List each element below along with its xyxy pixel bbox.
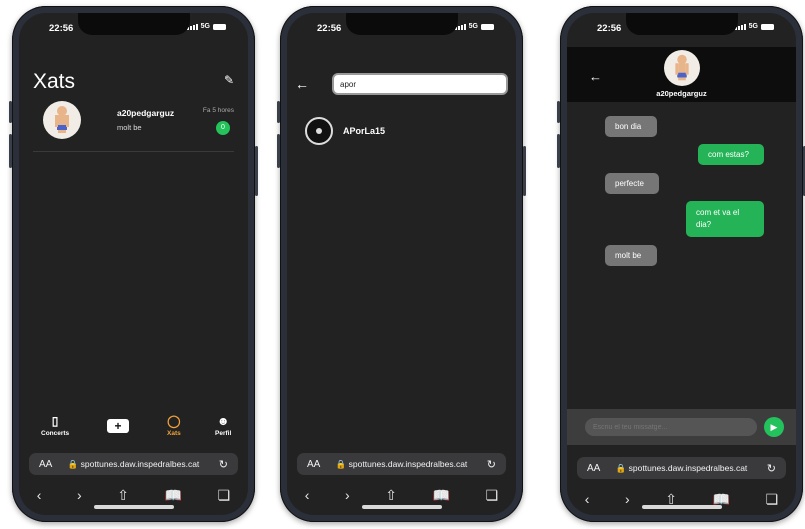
url-text: spottunes.daw.inspedralbes.cat — [80, 458, 200, 469]
page-title: Xats — [33, 70, 76, 93]
chat-timestamp: Fa 5 hores — [202, 107, 234, 114]
conversation-header: ← a20pedgarguz — [567, 47, 796, 102]
browser-toolbar: ‹ › ⇧ 📖 ❏ — [567, 484, 796, 514]
battery-icon — [761, 23, 774, 30]
network-type: 5G — [468, 23, 478, 30]
search-input[interactable] — [332, 73, 508, 95]
message-sent: com et va el dia? — [686, 201, 764, 237]
chat-contact-name: a20pedgarguz — [117, 108, 175, 118]
battery-icon — [481, 23, 494, 30]
share-icon[interactable]: ⇧ — [117, 487, 129, 504]
search-result-item[interactable]: APorLa15 — [305, 117, 385, 145]
screen: 22:56 5G ← APorLa15 AA 🔒 spottunes.daw.i… — [287, 13, 516, 515]
tab-label: Concerts — [41, 430, 70, 437]
battery-icon — [213, 23, 226, 30]
plus-icon: + — [107, 419, 129, 433]
message-sent: com estas? — [698, 144, 764, 165]
tab-chats[interactable]: ◯ Xats — [167, 414, 181, 438]
contact-name: a20pedgarguz — [656, 89, 707, 98]
phone-search: 22:56 5G ← APorLa15 AA 🔒 spottunes.daw.i… — [277, 6, 526, 522]
user-icon: ☻ — [216, 414, 230, 428]
address-bar[interactable]: AA 🔒 spottunes.daw.inspedralbes.cat ↻ — [297, 453, 506, 475]
tab-label: Xats — [167, 430, 181, 437]
bookmarks-icon[interactable]: 📖 — [433, 487, 450, 504]
home-indicator — [361, 505, 442, 509]
avatar — [43, 101, 81, 139]
notch — [625, 13, 738, 35]
forward-icon[interactable]: › — [625, 491, 630, 507]
home-indicator — [641, 505, 722, 509]
url-text: spottunes.daw.inspedralbes.cat — [628, 462, 748, 473]
network-type: 5G — [200, 23, 210, 30]
forward-icon[interactable]: › — [345, 487, 350, 503]
send-icon[interactable]: ▶ — [764, 417, 784, 437]
unread-badge: 0 — [216, 121, 230, 135]
message-received: bon dia — [605, 116, 657, 137]
share-icon[interactable]: ⇧ — [385, 487, 397, 504]
home-indicator — [93, 505, 174, 509]
tabs-icon[interactable]: ❏ — [766, 491, 779, 508]
result-name: APorLa15 — [343, 126, 386, 136]
address-bar[interactable]: AA 🔒 spottunes.daw.inspedralbes.cat ↻ — [29, 453, 238, 475]
add-button[interactable]: + — [107, 419, 129, 433]
tabs-icon[interactable]: ❏ — [486, 487, 499, 504]
screen: 22:56 5G ← a20pedgarguz bon dia com esta… — [567, 13, 796, 515]
message-composer: ▶ — [567, 409, 796, 445]
back-arrow-icon[interactable]: ← — [589, 69, 602, 84]
chat-bubble-icon: ◯ — [167, 414, 181, 428]
reload-icon[interactable]: ↻ — [767, 462, 776, 475]
screen: 22:56 5G Xats ✎ a20pedgarguz molt be Fa … — [19, 13, 248, 515]
status-time: 22:56 — [317, 23, 342, 34]
chat-last-message: molt be — [117, 123, 142, 132]
phone-chats-list: 22:56 5G Xats ✎ a20pedgarguz molt be Fa … — [9, 6, 258, 522]
avatar[interactable] — [663, 50, 700, 86]
notch — [77, 13, 190, 35]
reload-icon[interactable]: ↻ — [487, 458, 496, 471]
ticket-icon: ▯ — [51, 414, 59, 428]
network-type: 5G — [748, 23, 758, 30]
back-icon[interactable]: ‹ — [585, 491, 590, 507]
tabs-icon[interactable]: ❏ — [218, 487, 231, 504]
message-received: molt be — [605, 245, 657, 266]
status-time: 22:56 — [49, 23, 74, 34]
forward-icon[interactable]: › — [77, 487, 82, 503]
reload-icon[interactable]: ↻ — [219, 458, 228, 471]
status-time: 22:56 — [597, 23, 622, 34]
vinyl-record-icon — [305, 117, 333, 145]
back-arrow-icon[interactable]: ← — [295, 76, 309, 92]
chat-list-item[interactable]: a20pedgarguz molt be Fa 5 hores 0 — [33, 101, 234, 152]
bottom-tab-bar: ▯ Concerts + ◯ Xats ☻ Perfil — [19, 415, 248, 447]
message-input[interactable] — [585, 418, 757, 436]
new-chat-icon[interactable]: ✎ — [224, 73, 234, 87]
url-text: spottunes.daw.inspedralbes.cat — [348, 458, 468, 469]
bookmarks-icon[interactable]: 📖 — [165, 487, 182, 504]
tab-profile[interactable]: ☻ Perfil — [215, 414, 232, 438]
back-icon[interactable]: ‹ — [37, 487, 42, 503]
back-icon[interactable]: ‹ — [305, 487, 310, 503]
message-received: perfecte — [605, 173, 659, 194]
tab-concerts[interactable]: ▯ Concerts — [41, 414, 70, 438]
address-bar[interactable]: AA 🔒 spottunes.daw.inspedralbes.cat ↻ — [577, 457, 786, 479]
tab-label: Perfil — [215, 430, 232, 437]
notch — [345, 13, 458, 35]
phone-conversation: 22:56 5G ← a20pedgarguz bon dia com esta… — [557, 6, 805, 522]
